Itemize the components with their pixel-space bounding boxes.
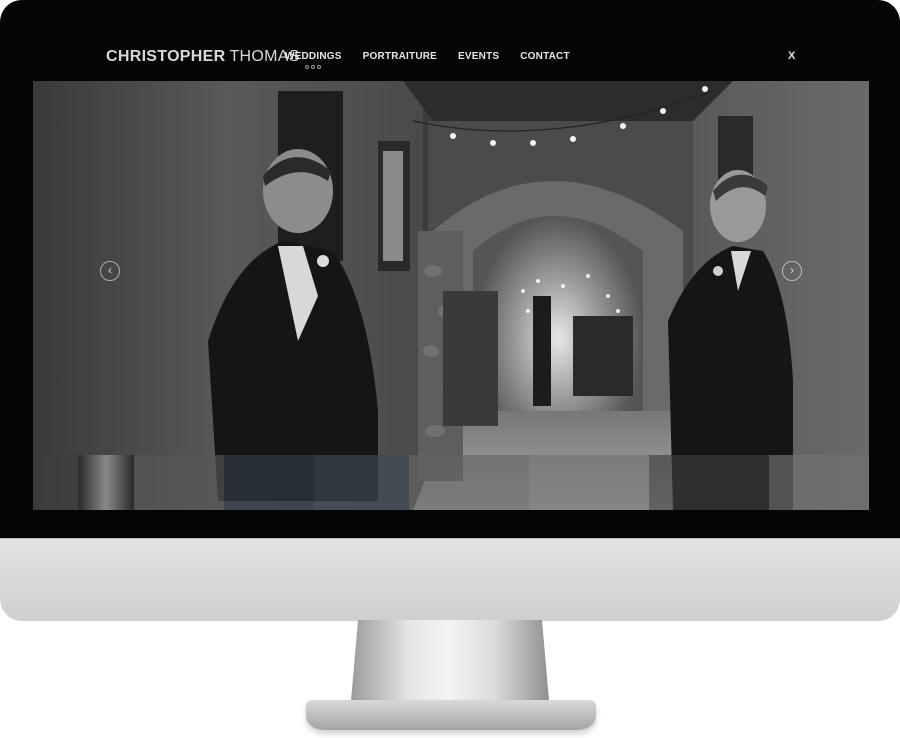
nav-events[interactable]: EVENTS [458,51,499,62]
thumbnail[interactable] [224,455,314,510]
monitor-stand-foot [306,700,596,730]
thumbnail[interactable] [33,455,78,510]
thumbnail[interactable] [649,455,769,510]
main-nav: WEDDINGS PORTRAITURE EVENTS CONTACT [285,51,570,69]
prev-slide-button[interactable]: ‹ [100,261,120,281]
site-logo[interactable]: CHRISTOPHER THOMAS [106,48,300,66]
hero-photo: ‹ › [33,81,869,510]
site-header: CHRISTOPHER THOMAS WEDDINGS PORTRAITURE E… [33,40,869,76]
monitor-chin [0,538,900,621]
wedding-photo-image [33,81,869,510]
thumbnail-active[interactable] [78,455,134,510]
thumbnail-strip [33,455,869,510]
close-button[interactable]: X [788,50,795,62]
nav-portraiture-label: PORTRAITURE [362,51,438,62]
thumbnail[interactable] [529,455,649,510]
thumbnail[interactable] [769,455,869,510]
nav-portraiture[interactable]: PORTRAITURE [363,51,437,62]
thumbnail[interactable] [314,455,409,510]
nav-weddings[interactable]: WEDDINGS [285,51,342,69]
monitor-stand-neck [350,620,550,712]
thumbnail[interactable] [134,455,224,510]
thumbnail[interactable] [409,455,529,510]
active-indicator-dots [305,65,322,69]
nav-contact[interactable]: CONTACT [520,51,570,62]
logo-first-name: CHRISTOPHER [106,48,226,65]
next-slide-button[interactable]: › [782,261,802,281]
nav-events-label: EVENTS [458,51,500,62]
nav-weddings-label: WEDDINGS [285,51,342,62]
nav-contact-label: CONTACT [520,51,570,62]
